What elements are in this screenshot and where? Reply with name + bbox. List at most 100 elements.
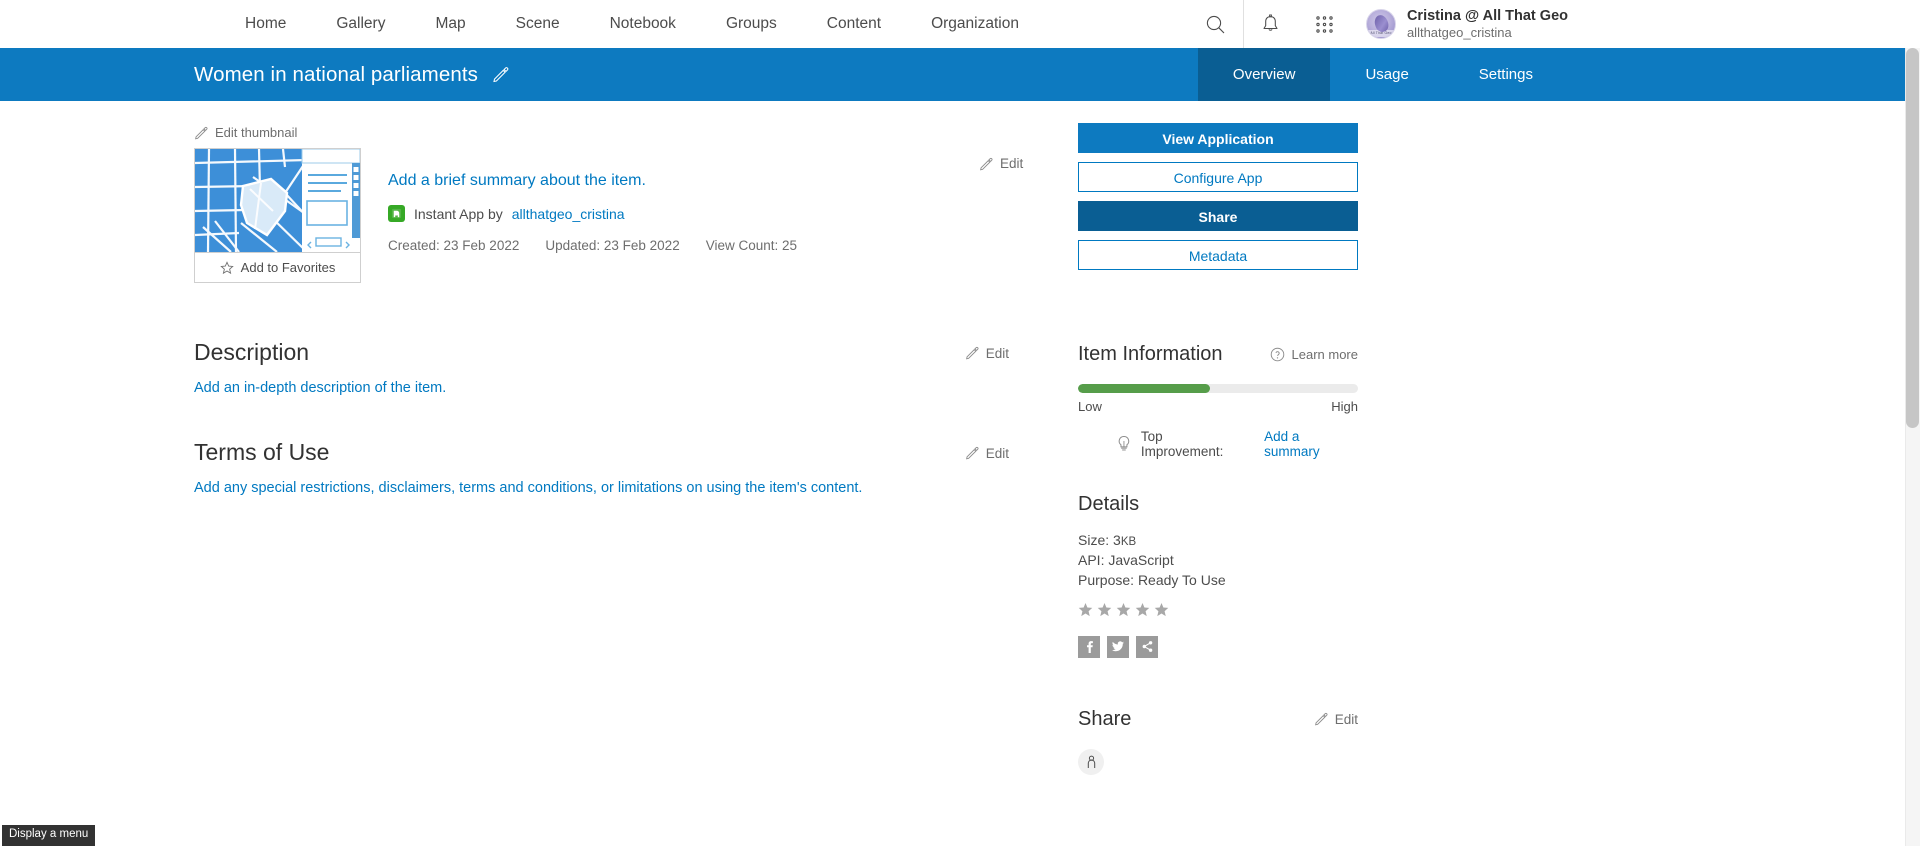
progress-low-label: Low — [1078, 399, 1102, 414]
learn-more-label: Learn more — [1291, 347, 1358, 362]
detail-purpose-label: Purpose: — [1078, 571, 1135, 588]
search-icon — [1207, 15, 1225, 33]
pencil-icon — [493, 67, 509, 83]
item-information-title: Item Information — [1078, 343, 1223, 365]
user-display-name: Cristina @ All That Geo — [1406, 7, 1568, 24]
pencil-icon — [965, 446, 979, 460]
app-thumbnail-image — [195, 149, 360, 252]
share-icon — [1142, 641, 1152, 653]
search-button[interactable] — [1189, 0, 1243, 48]
notifications-button[interactable] — [1244, 0, 1298, 48]
user-menu[interactable]: All That Geo Cristina @ All That Geo all… — [1352, 0, 1568, 48]
item-meta: Add a brief summary about the item. Inst… — [388, 148, 1078, 253]
item-thumbnail[interactable] — [194, 148, 361, 253]
edit-description-button[interactable]: Edit — [965, 346, 1009, 361]
add-to-favorites-label: Add to Favorites — [240, 260, 336, 275]
pencil-icon — [965, 346, 979, 360]
twitter-share-button[interactable] — [1107, 635, 1129, 658]
nav-item-gallery[interactable]: Gallery — [311, 0, 410, 48]
view-application-button[interactable]: View Application — [1078, 123, 1358, 153]
app-launcher-button[interactable] — [1298, 0, 1352, 48]
nav-item-groups[interactable]: Groups — [701, 0, 802, 48]
copy-share-link-button[interactable] — [1136, 635, 1158, 658]
configure-app-button[interactable]: Configure App — [1078, 162, 1358, 192]
item-main-column: Edit thumbnail Add to Favorites Add a br… — [0, 101, 1078, 846]
nav-right-cluster: All That Geo Cristina @ All That Geo all… — [1189, 0, 1568, 48]
user-names: Cristina @ All That Geo allthatgeo_crist… — [1407, 7, 1568, 41]
nav-item-notebook[interactable]: Notebook — [585, 0, 701, 48]
learn-more-link[interactable]: Learn more — [1270, 347, 1358, 362]
nav-item-organization[interactable]: Organization — [906, 0, 1044, 48]
description-title: Description — [194, 339, 310, 365]
updated-date: Updated: 23 Feb 2022 — [545, 238, 680, 253]
edit-thumbnail-label: Edit thumbnail — [215, 125, 298, 140]
item-tabs: Overview Usage Settings — [1197, 48, 1568, 101]
tab-usage[interactable]: Usage — [1330, 48, 1443, 101]
add-to-favorites-button[interactable]: Add to Favorites — [194, 253, 361, 283]
add-summary-link[interactable]: Add a brief summary about the item. — [388, 172, 646, 190]
terms-header: Terms of Use Edit — [194, 439, 1009, 466]
rating-stars[interactable] — [1078, 602, 1358, 617]
item-type-label: Instant App by — [414, 205, 503, 222]
thumbnail-block: Add to Favorites — [194, 148, 361, 283]
person-icon — [1087, 755, 1095, 768]
item-sidebar: View Application Configure App Share Met… — [1078, 101, 1568, 846]
status-tooltip: Display a menu — [2, 825, 96, 846]
lightbulb-icon — [1118, 435, 1130, 451]
facebook-share-button[interactable] — [1078, 635, 1100, 658]
detail-api-label: API: — [1078, 551, 1105, 568]
edit-thumbnail-button[interactable]: Edit thumbnail — [194, 125, 309, 140]
nav-item-scene[interactable]: Scene — [491, 0, 585, 48]
progress-high-label: High — [1331, 399, 1358, 414]
nav-item-home[interactable]: Home — [220, 0, 311, 48]
page-title: Women in national parliaments — [194, 62, 478, 86]
pencil-icon — [1314, 713, 1328, 726]
detail-size-value: 3 — [1113, 532, 1121, 548]
star-icon[interactable] — [1078, 602, 1093, 617]
description-section: Description Edit Add an in-depth descrip… — [194, 339, 1078, 397]
description-header: Description Edit — [194, 339, 1009, 366]
details-list: Size: 3KB API: JavaScript Purpose: Ready… — [1078, 531, 1358, 591]
nav-item-map[interactable]: Map — [410, 0, 490, 48]
edit-share-button[interactable]: Edit — [1314, 712, 1358, 727]
add-description-link[interactable]: Add an in-depth description of the item. — [194, 380, 446, 396]
item-summary-block: Add to Favorites Add a brief summary abo… — [194, 148, 1078, 283]
edit-summary-button[interactable]: Edit — [979, 156, 1023, 176]
star-icon — [219, 260, 234, 274]
detail-purpose-value: Ready To Use — [1137, 571, 1226, 588]
star-icon[interactable] — [1116, 602, 1131, 617]
share-button[interactable]: Share — [1078, 201, 1358, 231]
add-terms-link[interactable]: Add any special restrictions, disclaimer… — [194, 480, 862, 496]
scrollbar-thumb[interactable] — [1906, 48, 1919, 428]
avatar: All That Geo — [1365, 9, 1396, 39]
add-a-summary-link[interactable]: Add a summary — [1264, 429, 1358, 459]
owner-only-share-icon — [1078, 748, 1104, 775]
edit-terms-button[interactable]: Edit — [965, 446, 1009, 461]
instant-app-icon — [388, 205, 405, 222]
tab-overview[interactable]: Overview — [1197, 48, 1331, 101]
detail-size: Size: 3KB — [1078, 531, 1358, 551]
top-navigation-bar: Home Gallery Map Scene Notebook Groups C… — [0, 0, 1920, 48]
user-handle: allthatgeo_cristina — [1406, 24, 1512, 40]
nav-item-content[interactable]: Content — [802, 0, 906, 48]
bell-icon — [1263, 14, 1278, 31]
item-dates-row: Created: 23 Feb 2022 Updated: 23 Feb 202… — [388, 238, 1078, 253]
created-date: Created: 23 Feb 2022 — [388, 238, 520, 253]
tab-settings[interactable]: Settings — [1444, 48, 1568, 101]
share-section-title: Share — [1078, 707, 1132, 730]
pencil-icon — [980, 157, 993, 170]
avatar-caption: All That Geo — [1366, 30, 1395, 37]
metadata-button[interactable]: Metadata — [1078, 240, 1358, 270]
star-icon[interactable] — [1135, 602, 1150, 617]
item-owner-link[interactable]: allthatgeo_cristina — [512, 206, 625, 222]
twitter-icon — [1112, 641, 1124, 652]
page-scrollbar[interactable] — [1905, 48, 1920, 846]
share-section-header: Share Edit — [1078, 708, 1358, 731]
star-icon[interactable] — [1154, 602, 1169, 617]
star-icon[interactable] — [1097, 602, 1112, 617]
edit-share-label: Edit — [1334, 711, 1358, 727]
detail-size-label: Size: — [1078, 532, 1110, 548]
detail-api-value: JavaScript — [1108, 551, 1174, 568]
edit-title-button[interactable] — [492, 66, 509, 83]
item-information-progress-fill — [1078, 384, 1210, 393]
